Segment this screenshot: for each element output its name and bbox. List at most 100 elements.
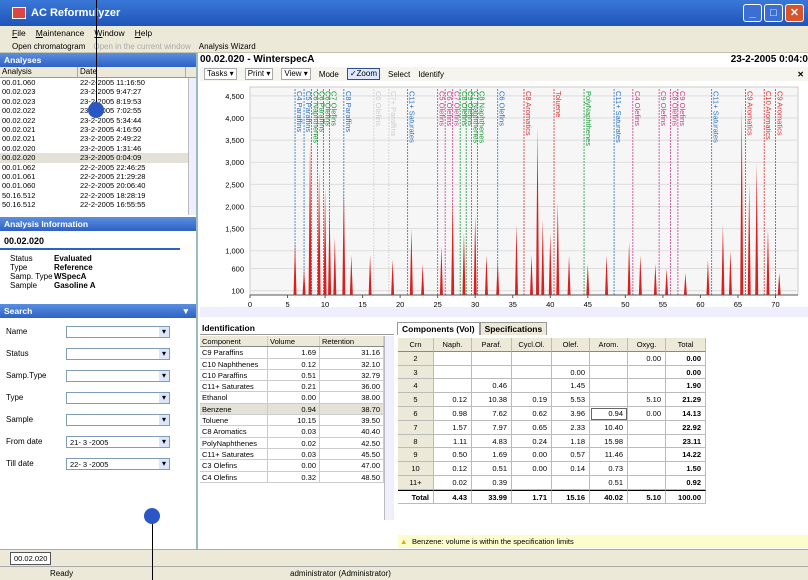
- identification-table[interactable]: Component Volume Retention C9 Paraffins 1…: [200, 336, 384, 483]
- analysis-row[interactable]: 00.02.020 23-2-2005 0:04:09: [0, 153, 196, 163]
- components-cell: 0.50: [434, 448, 472, 463]
- identification-row[interactable]: Toluene 10.15 39.50: [200, 415, 384, 427]
- components-cell: 0.51: [590, 475, 628, 490]
- identification-row[interactable]: Benzene 0.94 38.70: [200, 403, 384, 416]
- component-retention: 40.40: [320, 426, 384, 437]
- zoom-toggle[interactable]: ✓Zoom: [346, 68, 380, 80]
- identification-row[interactable]: C10 Naphthenes 0.12 32.10: [200, 358, 384, 370]
- components-table-header: Crn Naph. Paraf. Cycl.Ol. Olef. Arom. Oxyg. Tot…: [398, 338, 736, 352]
- components-row[interactable]: 10 0.12 0.51 0.00 0.14 0.73 1.50: [398, 462, 736, 476]
- component-retention: 47.00: [320, 460, 384, 471]
- open-chromatogram-button[interactable]: Open chromatogram: [12, 42, 85, 51]
- from-date-picker[interactable]: 21- 3 -2005: [66, 435, 170, 448]
- menu-file[interactable]: File: [12, 28, 26, 38]
- components-row[interactable]: 2 0.00 0.00: [398, 351, 736, 366]
- document-tab[interactable]: 00.02.020: [10, 552, 52, 565]
- components-row[interactable]: 6 0.98 7.62 0.62 3.96 0.94 0.00 14.13: [398, 406, 736, 421]
- callout-line-top: [96, 0, 97, 104]
- analysis-row[interactable]: 00.02.021 23-2-2005 2:49:22: [0, 134, 196, 143]
- components-cell: [590, 365, 628, 380]
- identification-row[interactable]: C10 Paraffins 0.51 32.79: [200, 369, 384, 382]
- components-cell: 0.12: [434, 393, 472, 407]
- analyses-scrollbar[interactable]: [188, 78, 196, 215]
- name-combo[interactable]: [66, 325, 170, 338]
- col-volume[interactable]: Volume: [268, 336, 320, 347]
- components-row[interactable]: 7 1.57 7.97 0.65 2.33 10.40 22.92: [398, 420, 736, 435]
- identification-row[interactable]: C11+ Saturates 0.21 36.00: [200, 381, 384, 393]
- components-cell: [590, 351, 628, 366]
- components-cell: 0.46: [472, 379, 512, 394]
- analysis-row[interactable]: 00.02.021 23-2-2005 4:16:50: [0, 125, 196, 134]
- identification-row[interactable]: C8 Aromatics 0.03 40.40: [200, 426, 384, 438]
- sample-combo[interactable]: [66, 413, 170, 426]
- components-col[interactable]: Olef.: [552, 338, 590, 352]
- tab-specifications[interactable]: Specifications: [479, 322, 548, 335]
- analyses-list[interactable]: Analysis Date 00.01.060 22-2-2005 11:16:5…: [0, 67, 196, 215]
- tab-components-vol[interactable]: Components (Vol): [397, 322, 480, 335]
- component-name: Toluene: [200, 415, 268, 426]
- identification-row[interactable]: C3 Olefins 0.00 47.00: [200, 460, 384, 472]
- components-col[interactable]: Arom.: [590, 338, 628, 352]
- identification-row[interactable]: Ethanol 0.00 38.00: [200, 392, 384, 404]
- view-menu[interactable]: View ▾: [281, 68, 311, 80]
- analysis-row[interactable]: 00.02.020 23-2-2005 1:31:46: [0, 144, 196, 153]
- menu-window[interactable]: Window: [94, 28, 124, 38]
- components-row[interactable]: 4 0.46 1.45 1.90: [398, 379, 736, 394]
- analysis-id: 00.01.060: [2, 181, 36, 191]
- collapse-icon[interactable]: ▼: [182, 304, 190, 318]
- components-row[interactable]: 11+ 0.02 0.39 0.51 0.92: [398, 475, 736, 490]
- analysis-row[interactable]: 00.01.062 22-2-2005 22:46:25: [0, 163, 196, 172]
- analysis-row[interactable]: 00.01.061 22-2-2005 21:29:28: [0, 172, 196, 181]
- menu-maintenance[interactable]: Maintenance: [36, 28, 85, 38]
- peak-label: C11+ Saturates: [408, 91, 417, 143]
- maximize-button[interactable]: □: [764, 4, 783, 22]
- analysis-row[interactable]: 50.16.512 22-2-2005 16:55:55: [0, 200, 196, 209]
- identification-row[interactable]: C11+ Saturates 0.03 45.50: [200, 448, 384, 461]
- components-row[interactable]: 8 1.11 4.83 0.24 1.18 15.98 23.11: [398, 434, 736, 449]
- chromatogram-chart[interactable]: 100 600 1,000 1,500 2,000 2,500 3,000 3,500 4,00…: [200, 81, 808, 319]
- analysis-date: 22-2-2005 16:55:55: [80, 200, 146, 210]
- close-window-button[interactable]: ✕: [785, 4, 804, 22]
- col-date[interactable]: Date: [78, 67, 186, 77]
- menu-help[interactable]: Help: [135, 28, 152, 38]
- identification-row[interactable]: C9 Paraffins 1.69 31.16: [200, 347, 384, 359]
- components-col[interactable]: Paraf.: [472, 338, 512, 352]
- close-chart-icon[interactable]: ✕: [797, 70, 804, 79]
- components-col[interactable]: Cycl.Ol.: [512, 338, 552, 352]
- analysis-row[interactable]: 00.02.023 23-2-2005 9:47:27: [0, 87, 196, 96]
- analysis-row[interactable]: 50.16.512 22-2-2005 18:28:19: [0, 191, 196, 200]
- col-retention[interactable]: Retention: [320, 336, 384, 347]
- chart-hscrollbar[interactable]: [200, 307, 808, 317]
- analysis-wizard-button[interactable]: Analysis Wizard: [199, 42, 256, 51]
- minimize-button[interactable]: _: [743, 4, 762, 22]
- analysis-row[interactable]: 00.01.060 22-2-2005 11:16:50: [0, 78, 196, 87]
- tasks-menu[interactable]: Tasks ▾: [204, 68, 237, 80]
- identification-row[interactable]: C4 Olefins 0.32 48.50: [200, 471, 384, 483]
- components-row[interactable]: 9 0.50 1.69 0.00 0.57 11.46 14.22: [398, 448, 736, 463]
- select-button[interactable]: Select: [388, 70, 410, 79]
- component-volume: 10.15: [268, 415, 320, 426]
- components-cell: 0.14: [552, 462, 590, 476]
- components-table[interactable]: Crn Naph. Paraf. Cycl.Ol. Olef. Arom. Oxyg. Tot…: [398, 338, 736, 504]
- identification-scrollbar[interactable]: [384, 336, 394, 520]
- analysis-row[interactable]: 00.01.060 22-2-2005 20:06:40: [0, 181, 196, 190]
- identify-button[interactable]: Identify: [418, 70, 444, 79]
- print-menu[interactable]: Print ▾: [244, 68, 274, 80]
- type-combo[interactable]: [66, 391, 170, 404]
- components-col[interactable]: Naph.: [434, 338, 472, 352]
- components-cell: 0.00: [512, 448, 552, 463]
- status-combo[interactable]: [66, 347, 170, 360]
- identification-row[interactable]: PolyNaphthenes 0.02 42.50: [200, 437, 384, 449]
- till-date-picker[interactable]: 22- 3 -2005: [66, 457, 170, 470]
- components-row[interactable]: 5 0.12 10.38 0.19 5.53 5.10 21.29: [398, 393, 736, 407]
- col-component[interactable]: Component: [200, 336, 268, 347]
- col-analysis[interactable]: Analysis: [0, 67, 78, 77]
- components-col[interactable]: Oxyg.: [628, 338, 666, 352]
- components-col[interactable]: Crn: [398, 338, 434, 352]
- component-retention: 31.16: [320, 347, 384, 358]
- samp-type-combo[interactable]: [66, 369, 170, 382]
- components-row[interactable]: 3 0.00 0.00: [398, 365, 736, 380]
- analysis-date: 22-2-2005 21:29:28: [80, 171, 146, 181]
- components-col[interactable]: Total: [666, 338, 706, 352]
- peak-label: C8 Naphthenes: [477, 91, 486, 143]
